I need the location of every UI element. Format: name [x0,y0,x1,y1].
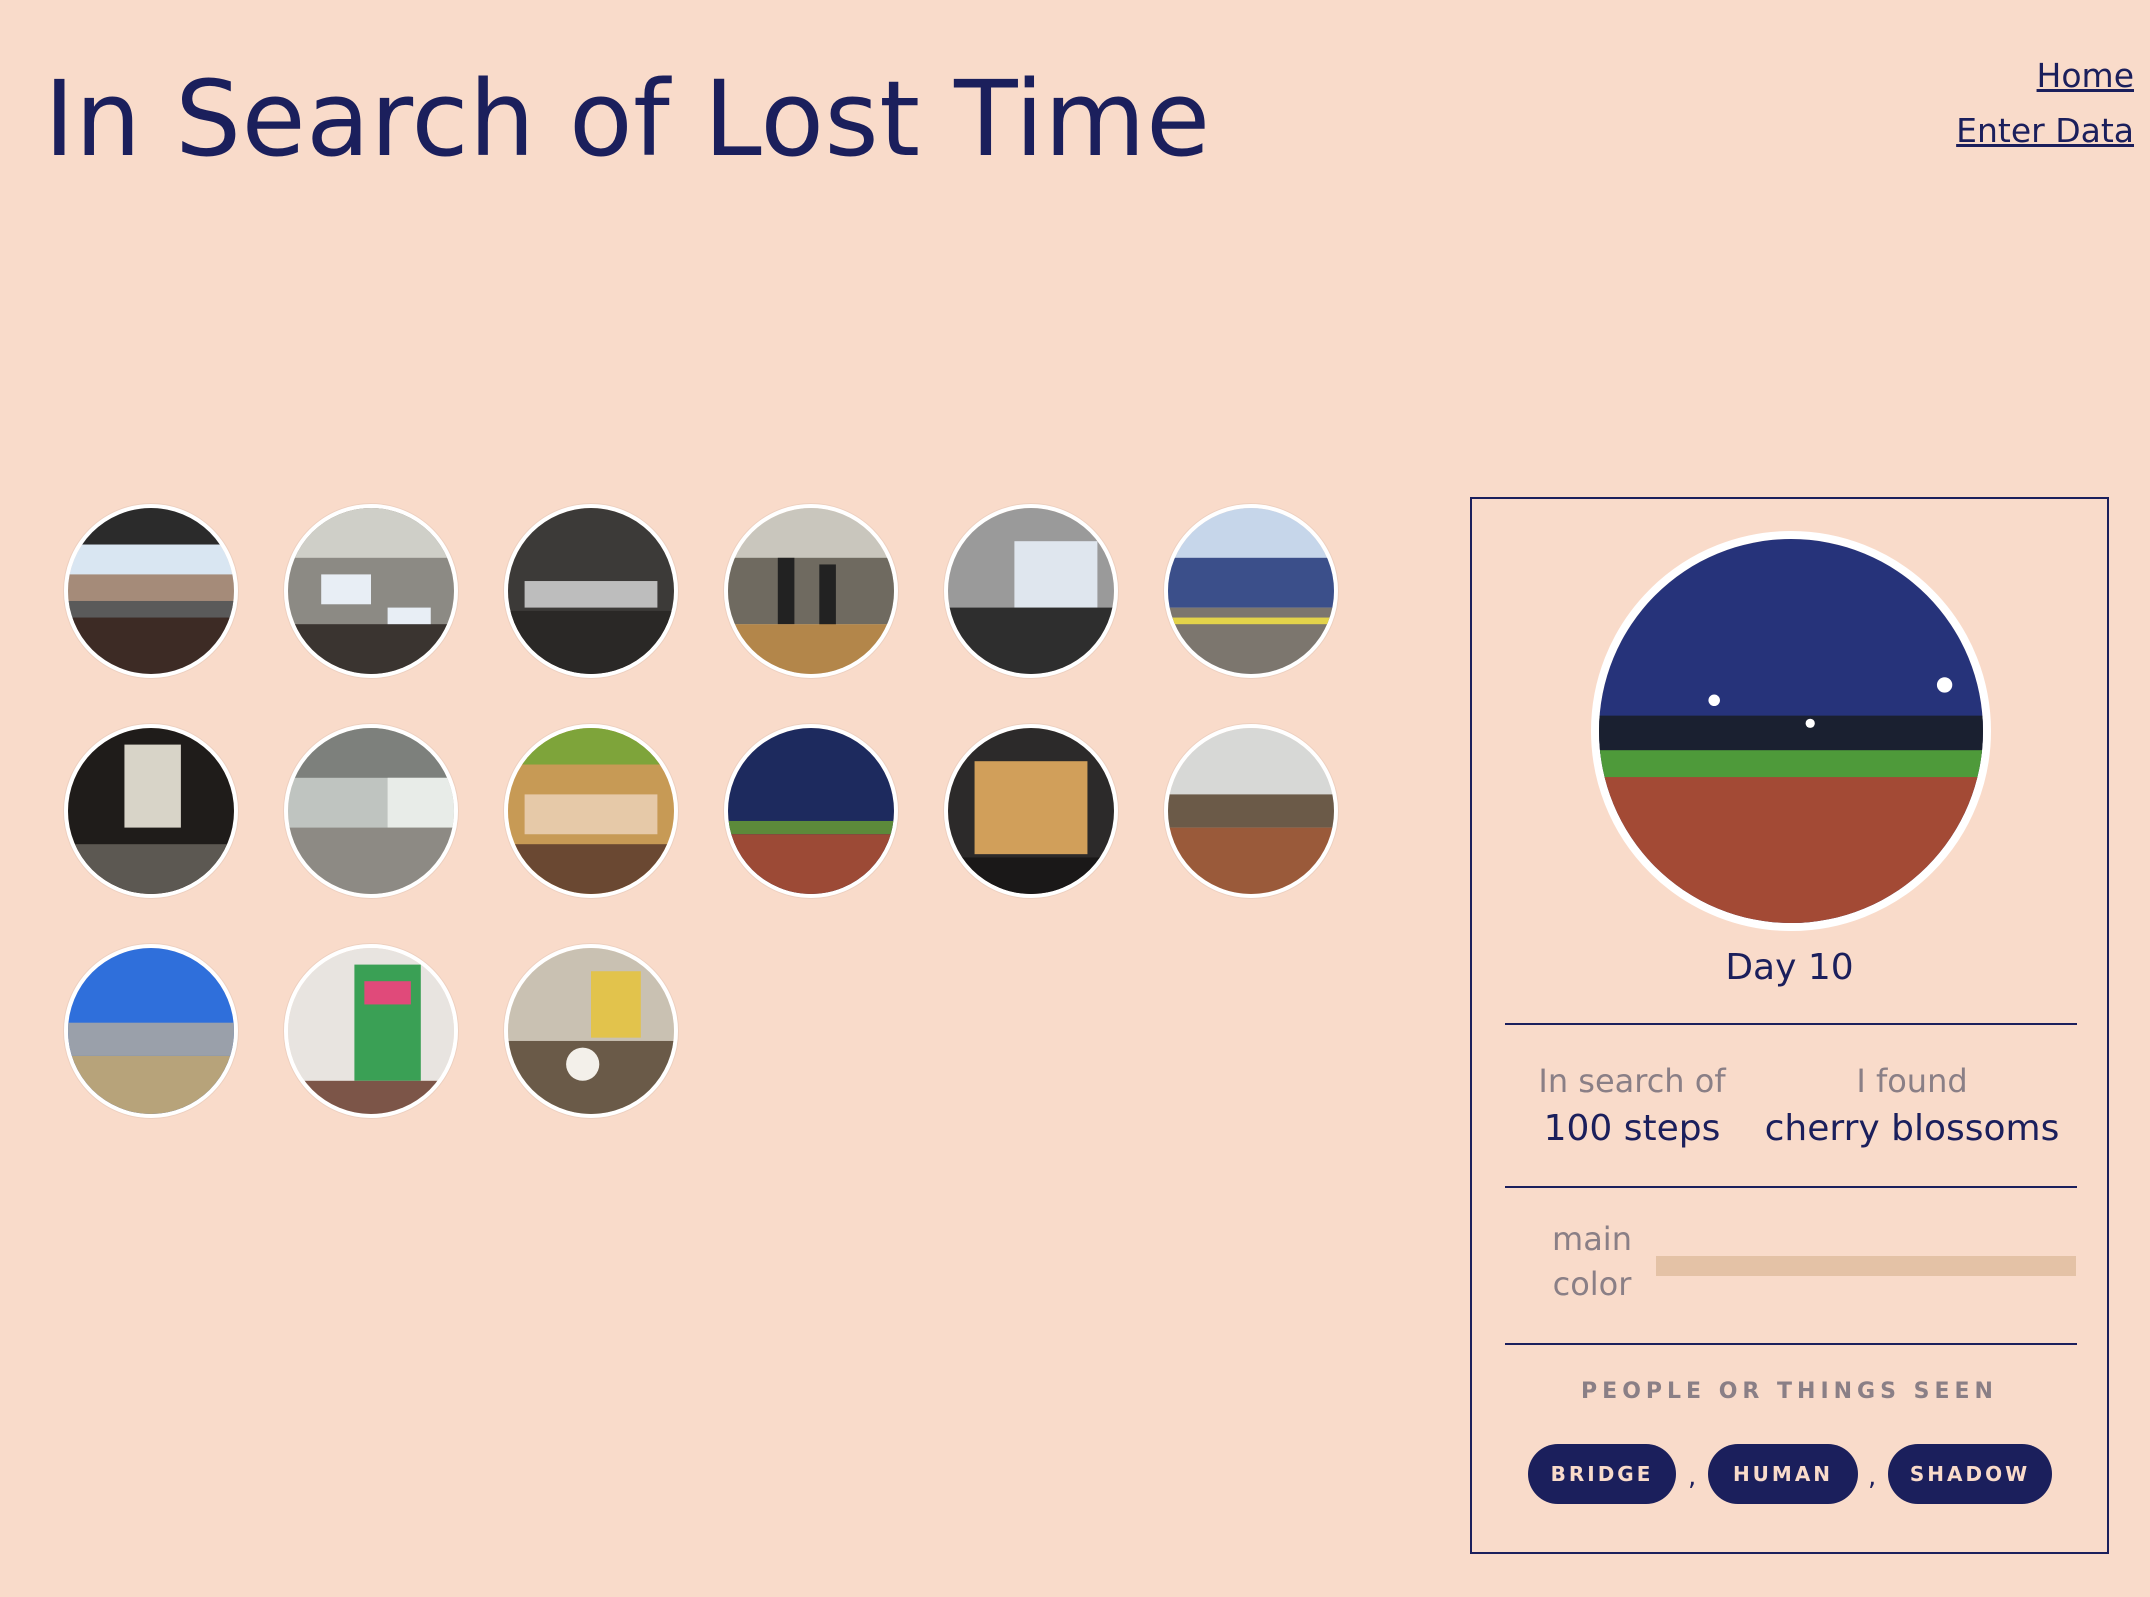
tag-list: BRIDGE , HUMAN , SHADOW [1528,1444,2088,1506]
thumb-train-platform[interactable] [64,944,238,1118]
thumb-kitchen-counter[interactable] [1164,724,1338,898]
i-found-value: cherry blossoms [1764,1108,2060,1149]
thumb-night-track[interactable] [724,724,898,898]
thumb-window-lounge[interactable] [944,504,1118,678]
i-found-label: I found [1856,1062,1968,1100]
main-color-label: main color [1552,1220,1632,1303]
thumb-grocery-store[interactable] [284,944,458,1118]
in-search-of-value: 100 steps [1543,1108,1721,1149]
thumb-window-room[interactable] [64,724,238,898]
featured-photo [1591,531,1991,931]
home-link[interactable]: Home [1956,48,2134,103]
top-nav: Home Enter Data [1956,48,2134,158]
tag-human[interactable]: HUMAN [1708,1444,1858,1504]
i-found: I found cherry blossoms [1752,1059,2072,1155]
thumb-elevated-train-view[interactable] [64,504,238,678]
in-search-of-label: In search of [1538,1062,1726,1100]
enter-data-link[interactable]: Enter Data [1956,103,2134,158]
divider [1505,1343,2077,1345]
thumb-shop-window[interactable] [944,724,1118,898]
main-color-swatch [1656,1256,2076,1276]
thumb-subway-station[interactable] [284,724,458,898]
photo-grid [64,504,1364,1144]
thumb-dining-table[interactable] [504,944,678,1118]
thumb-car-interior[interactable] [504,504,678,678]
thumb-office-desks[interactable] [284,504,458,678]
detail-panel: Day 10 In search of 100 steps I found ch… [1470,497,2109,1554]
tag-bridge[interactable]: BRIDGE [1528,1444,1676,1504]
seen-label: PEOPLE OR THINGS SEEN [1581,1379,1998,1404]
thumb-office-people[interactable] [724,504,898,678]
tag-separator: , [1868,1462,1877,1492]
tag-shadow[interactable]: SHADOW [1888,1444,2052,1504]
divider [1505,1023,2077,1025]
thumb-restaurant[interactable] [504,724,678,898]
page-title: In Search of Lost Time [44,58,1211,180]
day-label: Day 10 [1725,947,1854,988]
in-search-of: In search of 100 steps [1527,1059,1737,1155]
thumb-street-ice-cream[interactable] [1164,504,1338,678]
tag-separator: , [1688,1462,1697,1492]
divider [1505,1186,2077,1188]
